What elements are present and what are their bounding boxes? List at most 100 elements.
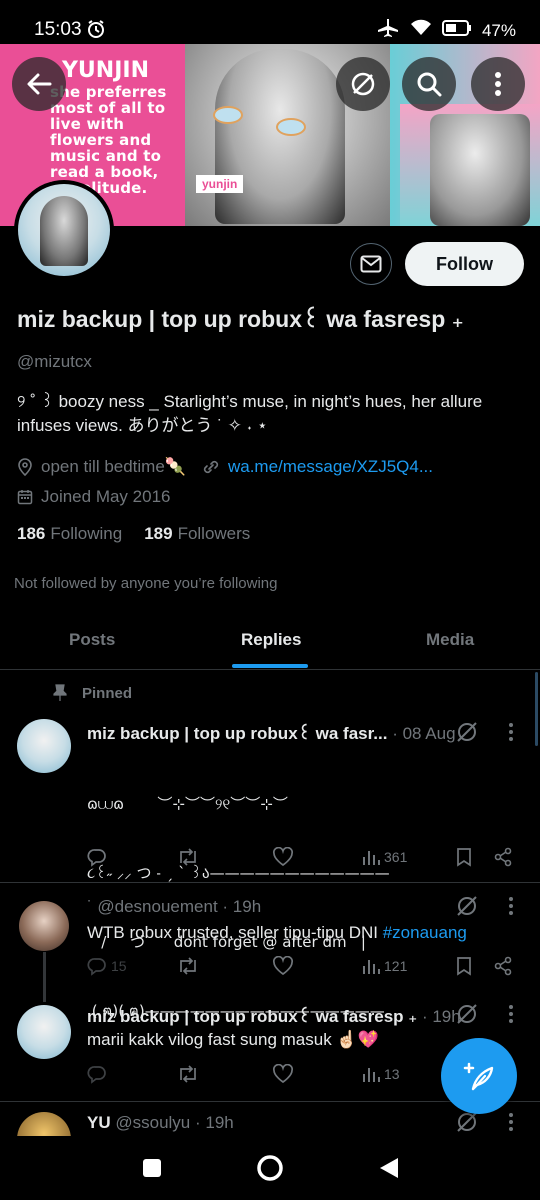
bio: ୨ ˚ ꒱ boozy ness _ Starlight’s muse, in … bbox=[17, 392, 483, 435]
avatar-portrait bbox=[40, 196, 88, 266]
bookmark-icon bbox=[457, 957, 471, 976]
share-icon bbox=[494, 956, 512, 976]
search-button[interactable] bbox=[402, 57, 456, 111]
post-line: ɷ⩊ɷ ︶⊹︶︶୨୧︶︶⊹︶ bbox=[87, 795, 288, 813]
like-button[interactable] bbox=[272, 847, 294, 867]
tab-media[interactable]: Media bbox=[426, 630, 474, 650]
envelope-icon bbox=[360, 255, 382, 273]
recents-button[interactable] bbox=[142, 1158, 162, 1183]
pin-icon bbox=[53, 684, 67, 701]
status-bar: 15:03 47% bbox=[0, 0, 540, 44]
followers-count: 189 bbox=[144, 524, 173, 543]
heart-icon bbox=[272, 1064, 294, 1084]
post-header: miz backup | top up robux꒰ wa fasresp ₊ … bbox=[87, 1005, 461, 1027]
repost-button[interactable] bbox=[176, 1064, 200, 1084]
post-pinned[interactable]: miz backup | top up robux꒰ wa fasr... · … bbox=[0, 705, 540, 1020]
post-text: WTB robux trusted, seller tipu-tipu DNI … bbox=[87, 921, 467, 944]
post-header: ˙ @desnouement · 19h bbox=[87, 897, 261, 917]
alarm-icon bbox=[86, 19, 106, 44]
bookmark-icon bbox=[457, 848, 471, 867]
banner-portrait bbox=[215, 49, 345, 224]
repost-icon bbox=[180, 957, 196, 975]
not-followed-notice: Not followed by anyone you’re following bbox=[14, 575, 278, 592]
joined-row: Joined May 2016 bbox=[17, 487, 170, 507]
battery-icon bbox=[441, 20, 472, 41]
views-button[interactable]: 13 bbox=[362, 1065, 400, 1083]
home-circle-icon bbox=[257, 1155, 283, 1181]
back-nav-button[interactable] bbox=[378, 1156, 400, 1185]
display-name: miz backup | top up robux꒰ wa fasresp ₊ bbox=[17, 306, 464, 332]
reply-button[interactable]: 15 bbox=[87, 956, 127, 976]
airplane-icon bbox=[377, 18, 400, 43]
joined-text: Joined May 2016 bbox=[41, 487, 171, 506]
location-pin-icon bbox=[18, 458, 32, 476]
post-body: WTB robux trusted, seller tipu-tipu DNI bbox=[87, 923, 383, 942]
more-options-button[interactable] bbox=[471, 57, 525, 111]
post-header: miz backup | top up robux꒰ wa fasr... · … bbox=[87, 722, 456, 744]
status-icons: 47% bbox=[377, 18, 516, 43]
post-more-icon[interactable] bbox=[508, 1112, 514, 1136]
message-button[interactable] bbox=[350, 243, 392, 285]
share-button[interactable] bbox=[493, 847, 513, 867]
post-text: marii kakk vilog fast sung masuk ☝🏻💖 bbox=[87, 1030, 379, 1049]
recents-icon bbox=[143, 1159, 161, 1177]
post-more-icon[interactable] bbox=[508, 722, 514, 747]
grok-post-icon[interactable] bbox=[455, 894, 479, 923]
following-link[interactable]: 186 Following bbox=[17, 524, 122, 544]
active-tab-indicator bbox=[232, 664, 308, 668]
reply-count: 15 bbox=[111, 958, 127, 974]
post-header: YU @ssoulyu · 19h bbox=[87, 1113, 234, 1133]
views-button[interactable]: 361 bbox=[362, 848, 407, 866]
home-button[interactable] bbox=[256, 1154, 284, 1187]
followers-link[interactable]: 189 Followers bbox=[144, 524, 250, 544]
tab-posts[interactable]: Posts bbox=[69, 630, 115, 650]
post-avatar[interactable] bbox=[17, 1112, 71, 1136]
views-button[interactable]: 121 bbox=[362, 957, 407, 975]
hashtag-link[interactable]: #zonauang bbox=[383, 923, 467, 942]
post-more-icon[interactable] bbox=[508, 896, 514, 921]
follow-button[interactable]: Follow bbox=[405, 242, 524, 286]
website-link[interactable]: wa.me/message/XZJ5Q4... bbox=[228, 457, 433, 477]
cookie-sticker-icon bbox=[213, 106, 243, 124]
grok-icon bbox=[351, 72, 375, 96]
share-icon bbox=[494, 847, 512, 867]
like-button[interactable] bbox=[272, 956, 294, 976]
reply-icon bbox=[87, 958, 106, 976]
grok-button[interactable] bbox=[336, 57, 390, 111]
reply-button[interactable] bbox=[87, 847, 107, 867]
repost-icon bbox=[180, 848, 196, 866]
following-label: Following bbox=[50, 524, 123, 543]
bookmark-button[interactable] bbox=[455, 956, 473, 976]
bookmark-button[interactable] bbox=[455, 847, 473, 867]
search-icon bbox=[417, 72, 442, 97]
following-count: 186 bbox=[17, 524, 46, 543]
heart-icon bbox=[272, 956, 294, 976]
tab-replies[interactable]: Replies bbox=[241, 630, 301, 650]
like-button[interactable] bbox=[272, 1064, 294, 1084]
compose-feather-icon bbox=[463, 1062, 494, 1091]
post-author-handle: ˙ @desnouement bbox=[87, 897, 218, 916]
banner-right-portrait bbox=[430, 114, 530, 226]
banner-quote: she preferres most of all to live with f… bbox=[50, 83, 167, 197]
reply-button[interactable] bbox=[87, 1064, 107, 1084]
post-desnouement[interactable]: ˙ @desnouement · 19h WTB robux trusted, … bbox=[0, 883, 540, 995]
post-more-icon[interactable] bbox=[508, 1004, 514, 1029]
post-avatar[interactable] bbox=[17, 719, 71, 773]
back-triangle-icon bbox=[380, 1158, 398, 1178]
post-avatar[interactable] bbox=[19, 901, 69, 951]
link-icon bbox=[203, 460, 219, 474]
back-button[interactable] bbox=[12, 57, 66, 111]
pinned-text: Pinned bbox=[82, 684, 133, 702]
profile-avatar[interactable] bbox=[14, 180, 114, 280]
profile-tabs: Posts Replies Media bbox=[0, 610, 540, 670]
post-avatar[interactable] bbox=[17, 1005, 71, 1059]
repost-button[interactable] bbox=[176, 847, 200, 867]
share-button[interactable] bbox=[493, 956, 513, 976]
location-text: open till bedtime🍡 bbox=[41, 457, 186, 476]
repost-button[interactable] bbox=[176, 956, 200, 976]
compose-post-button[interactable] bbox=[441, 1038, 517, 1114]
grok-post-icon[interactable] bbox=[455, 720, 479, 749]
grok-post-icon[interactable] bbox=[455, 1002, 479, 1031]
system-nav-bar bbox=[0, 1136, 540, 1200]
profile-meta-row: open till bedtime🍡 wa.me/message/XZJ5Q4.… bbox=[17, 457, 433, 477]
